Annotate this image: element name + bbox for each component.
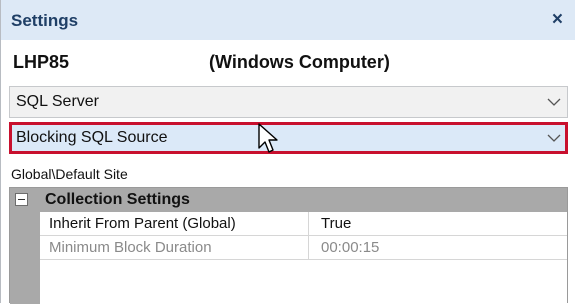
collapse-icon[interactable] [15, 193, 28, 206]
settings-panel: Settings × LHP85 (Windows Computer) SQL … [0, 0, 575, 304]
property-row[interactable]: Inherit From Parent (Global) True [40, 212, 567, 236]
property-grid: Collection Settings Inherit From Parent … [9, 187, 568, 304]
mouse-pointer-icon [258, 123, 278, 153]
grid-empty-area [40, 260, 567, 304]
dropdown-value: Blocking SQL Source [16, 129, 168, 146]
blocking-source-dropdown[interactable]: Blocking SQL Source [9, 122, 568, 154]
panel-title: Settings [11, 11, 79, 30]
sql-server-dropdown[interactable]: SQL Server [9, 86, 568, 118]
host-name: LHP85 [13, 52, 70, 72]
column-divider [308, 212, 309, 236]
close-icon[interactable]: × [552, 9, 563, 31]
chevron-down-icon[interactable] [547, 133, 561, 143]
dropdown-value: SQL Server [16, 93, 99, 110]
host-header: LHP85 (Windows Computer) [1, 40, 575, 80]
category-label: Collection Settings [45, 191, 190, 208]
chevron-down-icon[interactable] [547, 97, 561, 107]
category-header[interactable]: Collection Settings [10, 188, 567, 212]
property-value[interactable]: True [321, 215, 351, 232]
property-row[interactable]: Minimum Block Duration 00:00:15 [40, 236, 567, 260]
column-divider [308, 236, 309, 260]
property-name: Inherit From Parent (Global) [49, 215, 236, 232]
property-value[interactable]: 00:00:15 [321, 239, 379, 256]
host-type: (Windows Computer) [209, 52, 390, 72]
property-name: Minimum Block Duration [49, 239, 212, 256]
title-bar: Settings × [1, 0, 575, 40]
scope-path: Global\Default Site [11, 166, 128, 182]
grid-gutter [10, 212, 40, 304]
